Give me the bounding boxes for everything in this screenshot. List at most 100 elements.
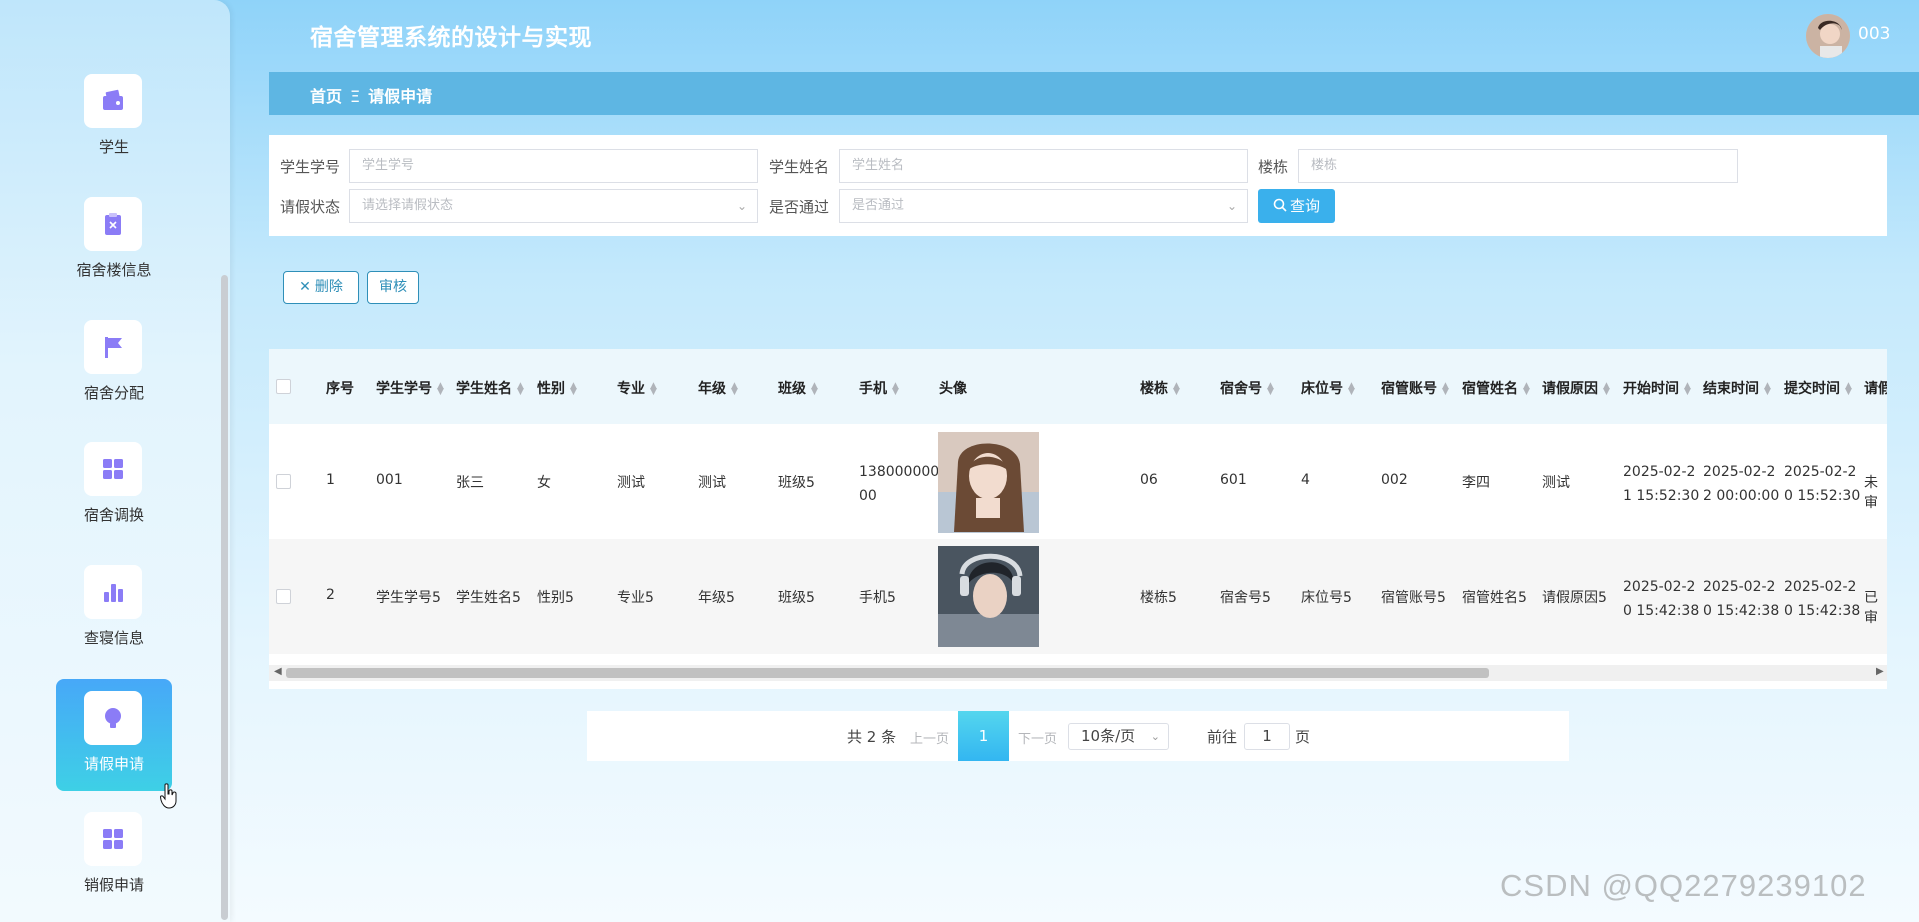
query-button[interactable]: 查询 (1258, 189, 1335, 223)
col-manager-name[interactable]: 宿管姓名 ▲ ▼ (1462, 378, 1530, 398)
col-room[interactable]: 宿舍号 ▲ ▼ (1220, 378, 1274, 398)
breadcrumb-current: 请假申请 (368, 87, 433, 106)
col-avatar: 头像 (939, 381, 967, 397)
col-reason[interactable]: 请假原因 ▲ ▼ (1542, 378, 1610, 398)
user-avatar[interactable] (1806, 14, 1850, 58)
page-size-select[interactable]: 10条/页 ⌄ (1068, 723, 1169, 750)
col-submit-time[interactable]: 提交时间 ▲ ▼ (1784, 378, 1852, 398)
col-gender[interactable]: 性别 ▲ ▼ (537, 378, 577, 398)
next-page-button[interactable]: 下一页 (1018, 728, 1057, 747)
student-photo[interactable] (938, 432, 1039, 533)
breadcrumb-bar: 首页 Ξ 请假申请 (269, 72, 1919, 115)
sort-icon[interactable]: ▲ ▼ (892, 382, 899, 397)
approved-select[interactable]: 是否通过 ⌄ (839, 189, 1248, 223)
col-label: 专业 (617, 381, 645, 397)
col-start-time[interactable]: 开始时间 ▲ ▼ (1623, 378, 1691, 398)
col-grade[interactable]: 年级 ▲ ▼ (698, 378, 738, 398)
col-label: 结束时间 (1703, 381, 1759, 397)
sort-icon[interactable]: ▲ ▼ (1442, 382, 1449, 397)
sort-icon[interactable]: ▲ ▼ (1845, 382, 1852, 397)
scrollbar-thumb[interactable] (286, 668, 1489, 678)
col-student-no[interactable]: 学生学号 ▲ ▼ (376, 378, 444, 398)
goto-page-input[interactable]: 1 (1244, 723, 1290, 750)
scroll-right-icon[interactable]: ▶ (1876, 666, 1884, 677)
sidebar-item-dorm-buildings[interactable]: 宿舍楼信息 (56, 185, 172, 297)
delete-button[interactable]: ✕ 删除 (283, 271, 359, 304)
sidebar-item-leave-request[interactable]: 请假申请 (56, 679, 172, 791)
student-no-input[interactable]: 学生学号 (349, 149, 758, 183)
username[interactable]: 003 (1858, 24, 1890, 44)
table-row[interactable]: 1 001 张三 女 测试 测试 班级5 138000000 00 06 601 … (269, 424, 1887, 539)
cell-manager-name: 宿管姓名5 (1462, 590, 1527, 606)
col-bed[interactable]: 床位号 ▲ ▼ (1301, 378, 1355, 398)
select-all-checkbox[interactable] (276, 379, 291, 394)
col-major[interactable]: 专业 ▲ ▼ (617, 378, 657, 398)
sidebar: 学生 宿舍楼信息 宿舍分配 宿舍调换 查寝信息 请假申请 销假申请 (0, 0, 230, 922)
total-count: 共 2 条 (847, 728, 897, 746)
scroll-left-icon[interactable]: ◀ (274, 666, 282, 677)
leave-status-select[interactable]: 请选择请假状态 ⌄ (349, 189, 758, 223)
col-manager-account[interactable]: 宿管账号 ▲ ▼ (1381, 378, 1449, 398)
sort-icon[interactable]: ▲ ▼ (1523, 382, 1530, 397)
sort-icon[interactable]: ▲ ▼ (731, 382, 738, 397)
review-button[interactable]: 审核 (367, 271, 419, 304)
cell-index: 1 (326, 472, 335, 488)
sidebar-item-inspection[interactable]: 查寝信息 (56, 553, 172, 665)
page-1-button[interactable]: 1 (958, 711, 1009, 761)
col-label: 楼栋 (1140, 381, 1168, 397)
student-photo[interactable] (938, 546, 1039, 647)
sort-icon[interactable]: ▲ ▼ (437, 382, 444, 397)
col-label: 年级 (698, 381, 726, 397)
cell-time-line: 1 15:52:30 (1623, 488, 1700, 504)
sidebar-item-students[interactable]: 学生 (56, 62, 172, 174)
table-horizontal-scrollbar[interactable]: ◀ ▶ (269, 665, 1887, 681)
sidebar-item-dorm-allocation[interactable]: 宿舍分配 (56, 308, 172, 420)
breadcrumb-home[interactable]: 首页 (310, 87, 342, 106)
row-checkbox[interactable] (276, 589, 291, 604)
col-class[interactable]: 班级 ▲ ▼ (778, 378, 818, 398)
cell-time-line: 2025-02-2 (1784, 579, 1857, 595)
sort-icon[interactable]: ▲ ▼ (570, 382, 577, 397)
grid-icon (84, 442, 142, 496)
col-student-name[interactable]: 学生姓名 ▲ ▼ (456, 378, 524, 398)
sort-icon[interactable]: ▲ ▼ (1267, 382, 1274, 397)
cell-time-line: 2 00:00:00 (1703, 488, 1780, 504)
cell-time-line: 2025-02-2 (1623, 579, 1696, 595)
row-checkbox[interactable] (276, 474, 291, 489)
cell-room: 601 (1220, 472, 1247, 488)
cell-time-line: 0 15:42:38 (1703, 603, 1780, 619)
breadcrumb: 首页 Ξ 请假申请 (310, 83, 432, 107)
building-input[interactable]: 楼栋 (1298, 149, 1738, 183)
sort-icon[interactable]: ▲ ▼ (1173, 382, 1180, 397)
sort-icon[interactable]: ▲ ▼ (1348, 382, 1355, 397)
col-building[interactable]: 楼栋 ▲ ▼ (1140, 378, 1180, 398)
cell-start-time: 2025-02-2 0 15:42:38 (1623, 575, 1699, 623)
table-row[interactable]: 2 学生学号5 学生姓名5 性别5 专业5 年级5 班级5 手机5 楼栋5 宿舍… (269, 539, 1887, 654)
col-label: 手机 (859, 381, 887, 397)
sort-icon[interactable]: ▲ ▼ (811, 382, 818, 397)
col-end-time[interactable]: 结束时间 ▲ ▼ (1703, 378, 1771, 398)
goto-prefix: 前往 (1207, 728, 1238, 746)
sidebar-scrollbar[interactable] (221, 275, 228, 920)
sort-icon[interactable]: ▲ ▼ (650, 382, 657, 397)
sidebar-item-dorm-swap[interactable]: 宿舍调换 (56, 430, 172, 542)
student-name-input[interactable]: 学生姓名 (839, 149, 1248, 183)
grid-icon (84, 812, 142, 866)
col-status[interactable]: 请假 (1864, 378, 1887, 398)
col-index: 序号 (326, 381, 354, 397)
col-label: 学生姓名 (456, 381, 512, 397)
watermark: CSDN @QQ2279239102 (1500, 868, 1867, 903)
col-label: 性别 (537, 381, 565, 397)
leave-status-placeholder: 请选择请假状态 (362, 198, 454, 213)
sidebar-item-label: 请假申请 (83, 755, 144, 773)
sort-icon[interactable]: ▲ ▼ (1684, 382, 1691, 397)
breadcrumb-separator: Ξ (350, 87, 361, 106)
sort-icon[interactable]: ▲ ▼ (1603, 382, 1610, 397)
sort-icon[interactable]: ▲ ▼ (517, 382, 524, 397)
prev-page-button[interactable]: 上一页 (910, 728, 949, 747)
col-label: 宿舍号 (1220, 381, 1262, 397)
sidebar-item-leave-cancel[interactable]: 销假申请 (56, 800, 172, 912)
sort-icon[interactable]: ▲ ▼ (1764, 382, 1771, 397)
col-phone[interactable]: 手机 ▲ ▼ (859, 378, 899, 398)
sidebar-item-label: 宿舍调换 (83, 506, 144, 524)
